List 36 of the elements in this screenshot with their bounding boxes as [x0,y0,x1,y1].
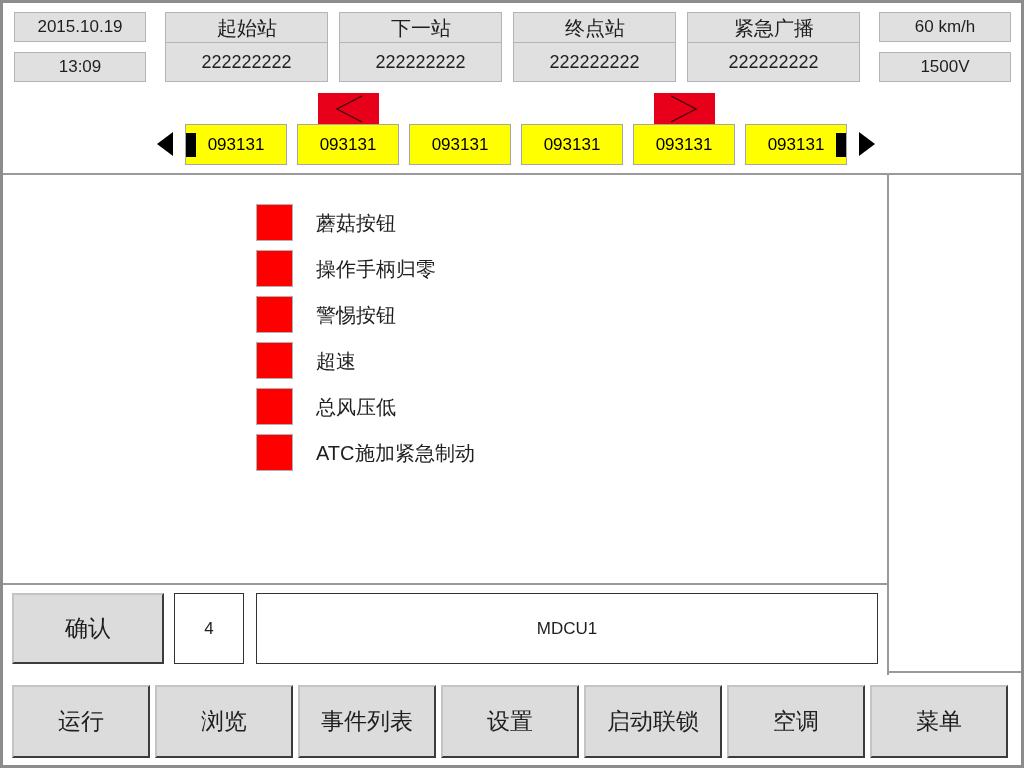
date-display: 2015.10.19 [14,12,146,42]
car-number: 093131 [431,133,489,156]
alarm-label: 警惕按钮 [316,302,396,328]
station-value: 222222222 [687,43,860,82]
alarm-label: 操作手柄归零 [316,256,436,282]
station-label: 紧急广播 [687,12,860,43]
nav-button[interactable]: 菜单 [870,685,1008,758]
station-value: 222222222 [339,43,502,82]
station-label: 下一站 [339,12,502,43]
station-value: 222222222 [513,43,676,82]
car-number: 093131 [767,133,825,156]
voltage-display: 1500V [879,52,1011,82]
nav-button[interactable]: 事件列表 [298,685,436,758]
nav-button[interactable]: 运行 [12,685,150,758]
left-triangle-icon[interactable] [157,132,173,156]
car-number: 093131 [207,133,265,156]
nav-button[interactable]: 启动联锁 [584,685,722,758]
station-label: 起始站 [165,12,328,43]
station-label: 终点站 [513,12,676,43]
time-display: 13:09 [14,52,146,82]
station-value: 222222222 [165,43,328,82]
nav-button[interactable]: 空调 [727,685,865,758]
car-number: 093131 [319,133,377,156]
device-display: MDCU1 [256,593,878,664]
alarm-label: 超速 [316,348,356,374]
nav-button[interactable]: 设置 [441,685,579,758]
alarm-label: 总风压低 [316,394,396,420]
speed-display: 60 km/h [879,12,1011,42]
count-display: 4 [174,593,244,664]
nav-button[interactable]: 浏览 [155,685,293,758]
alarm-label: 蘑菇按钮 [316,210,396,236]
car-number: 093131 [655,133,713,156]
car-number: 093131 [543,133,601,156]
alarm-label: ATC施加紧急制动 [316,440,475,466]
right-triangle-icon[interactable] [859,132,875,156]
confirm-button[interactable]: 确认 [12,593,164,664]
